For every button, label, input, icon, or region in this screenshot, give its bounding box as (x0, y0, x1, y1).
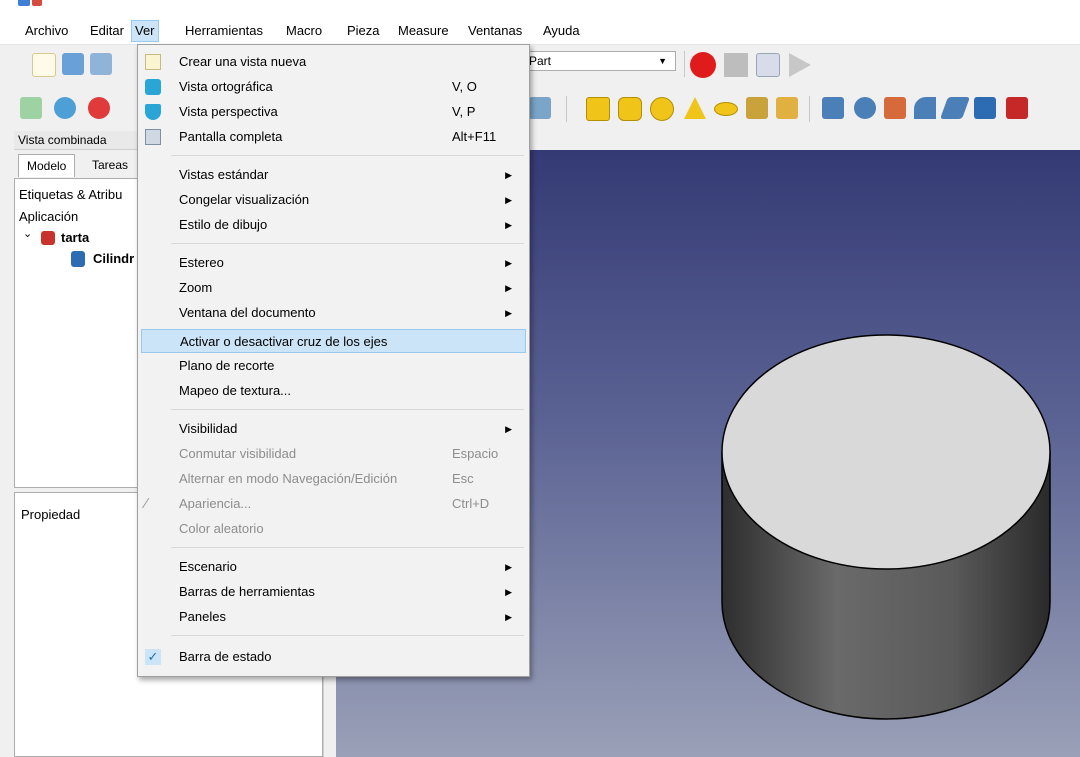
menu-item-alternar-modo[interactable]: Alternar en modo Navegación/Edición Esc (141, 467, 526, 491)
document-icon (41, 231, 55, 245)
menu-editar[interactable]: Editar (87, 22, 127, 40)
toolbar-separator (809, 96, 810, 122)
box-icon[interactable] (586, 97, 610, 121)
tab-modelo[interactable]: Modelo (18, 154, 76, 177)
menu-ayuda[interactable]: Ayuda (540, 22, 583, 40)
menu-herramientas[interactable]: Herramientas (182, 22, 266, 40)
menu-item-vista-perspectiva[interactable]: Vista perspectiva V, P (141, 100, 526, 124)
submenu-arrow-icon: ▶ (505, 170, 512, 180)
submenu-arrow-icon: ▶ (505, 612, 512, 622)
menu-item-plano-de-recorte[interactable]: Plano de recorte (141, 354, 526, 378)
toolbar-separator (684, 51, 685, 77)
open-folder-icon[interactable] (62, 53, 84, 75)
submenu-arrow-icon: ▶ (505, 283, 512, 293)
menu-item-visibilidad[interactable]: Visibilidad ▶ (141, 417, 526, 441)
menu-item-ventana-del-documento[interactable]: Ventana del documento ▶ (141, 301, 526, 325)
toolbar-separator (566, 96, 567, 122)
menu-measure[interactable]: Measure (395, 22, 452, 40)
chevron-down-icon: ▼ (658, 56, 667, 66)
orthographic-cube-icon (145, 79, 161, 95)
torus-icon[interactable] (714, 102, 738, 116)
view-menu-dropdown: Crear una vista nueva Vista ortográfica … (137, 44, 530, 677)
submenu-arrow-icon: ▶ (505, 220, 512, 230)
fit-all-icon[interactable] (20, 97, 42, 119)
menu-item-barra-de-estado[interactable]: ✓ Barra de estado (141, 645, 526, 669)
chamfer-icon[interactable] (939, 97, 971, 119)
menu-macro[interactable]: Macro (283, 22, 325, 40)
tree-document-node[interactable]: tarta (61, 230, 89, 245)
menu-item-barras-de-herramientas[interactable]: Barras de herramientas ▶ (141, 580, 526, 604)
app-logo-icon-part (32, 0, 42, 6)
menu-separator (171, 635, 524, 636)
window-title-bar (0, 0, 1080, 16)
mirror-icon[interactable] (884, 97, 906, 119)
stop-macro-icon[interactable] (724, 53, 748, 77)
menu-item-paneles[interactable]: Paneles ▶ (141, 605, 526, 629)
menu-item-zoom[interactable]: Zoom ▶ (141, 276, 526, 300)
new-view-icon (145, 54, 161, 70)
tree-application-node[interactable]: Aplicación (19, 209, 78, 224)
menu-item-conmutar-visibilidad[interactable]: Conmutar visibilidad Espacio (141, 442, 526, 466)
draw-style-icon[interactable] (88, 97, 110, 119)
edit-macro-icon[interactable] (756, 53, 780, 77)
primitives-icon[interactable] (746, 97, 768, 119)
record-macro-icon[interactable] (690, 52, 716, 78)
perspective-cube-icon (145, 104, 161, 120)
menu-item-pantalla-completa[interactable]: Pantalla completa Alt+F11 (141, 125, 526, 149)
menu-separator (171, 409, 524, 410)
menu-separator (171, 547, 524, 548)
menu-item-estereo[interactable]: Estereo ▶ (141, 251, 526, 275)
menu-item-crear-vista-nueva[interactable]: Crear una vista nueva (141, 50, 526, 74)
cylinder-icon[interactable] (618, 97, 642, 121)
submenu-arrow-icon: ▶ (505, 195, 512, 205)
menu-item-estilo-de-dibujo[interactable]: Estilo de dibujo ▶ (141, 213, 526, 237)
workbench-select[interactable]: Part ▼ (518, 51, 676, 71)
submenu-arrow-icon: ▶ (505, 258, 512, 268)
sphere-icon[interactable] (650, 97, 674, 121)
tab-tareas[interactable]: Tareas (84, 154, 136, 176)
cylinder-object-icon (71, 251, 85, 267)
menu-item-vista-ortografica[interactable]: Vista ortográfica V, O (141, 75, 526, 99)
menu-pieza[interactable]: Pieza (344, 22, 383, 40)
menu-ventanas[interactable]: Ventanas (465, 22, 525, 40)
fillet-icon[interactable] (914, 97, 936, 119)
submenu-arrow-icon: ▶ (505, 424, 512, 434)
menu-item-color-aleatorio[interactable]: Color aleatorio (141, 517, 526, 541)
play-macro-icon[interactable] (789, 53, 811, 77)
menu-item-cruz-de-los-ejes[interactable]: Activar o desactivar cruz de los ejes (141, 329, 526, 353)
tree-labels-header: Etiquetas & Atribu (19, 187, 123, 202)
submenu-arrow-icon: ▶ (505, 308, 512, 318)
menu-separator (171, 155, 524, 156)
appearance-brush-icon: ⁄ (145, 495, 148, 512)
ruled-surface-icon[interactable] (1006, 97, 1028, 119)
save-icon[interactable] (90, 53, 112, 75)
menu-separator (171, 243, 524, 244)
checkmark-icon: ✓ (145, 649, 161, 665)
workbench-select-value: Part (529, 54, 552, 68)
menu-item-escenario[interactable]: Escenario ▶ (141, 555, 526, 579)
part-folder-icon[interactable] (529, 97, 551, 119)
menu-item-vistas-estandar[interactable]: Vistas estándar ▶ (141, 163, 526, 187)
submenu-arrow-icon: ▶ (505, 587, 512, 597)
tree-cylinder-node[interactable]: Cilindr (93, 251, 134, 266)
menu-ver[interactable]: Ver (131, 20, 159, 42)
new-document-icon[interactable] (32, 53, 56, 77)
menu-archivo[interactable]: Archivo (22, 22, 71, 40)
cone-icon[interactable] (684, 97, 706, 119)
chevron-down-icon[interactable]: ⌄ (23, 227, 32, 240)
revolve-icon[interactable] (854, 97, 876, 119)
zoom-selection-icon[interactable] (54, 97, 76, 119)
menu-item-congelar-visualizacion[interactable]: Congelar visualización ▶ (141, 188, 526, 212)
menu-item-mapeo-de-textura[interactable]: Mapeo de textura... (141, 379, 526, 403)
app-logo-icon (18, 0, 30, 6)
menu-item-apariencia[interactable]: ⁄ Apariencia... Ctrl+D (141, 492, 526, 516)
face-icon[interactable] (974, 97, 996, 119)
extrude-icon[interactable] (822, 97, 844, 119)
submenu-arrow-icon: ▶ (505, 562, 512, 572)
property-header: Propiedad (21, 507, 81, 522)
menu-bar: Archivo Editar Ver Herramientas Macro Pi… (0, 16, 1080, 45)
shape-builder-icon[interactable] (776, 97, 798, 119)
fullscreen-icon (145, 129, 161, 145)
